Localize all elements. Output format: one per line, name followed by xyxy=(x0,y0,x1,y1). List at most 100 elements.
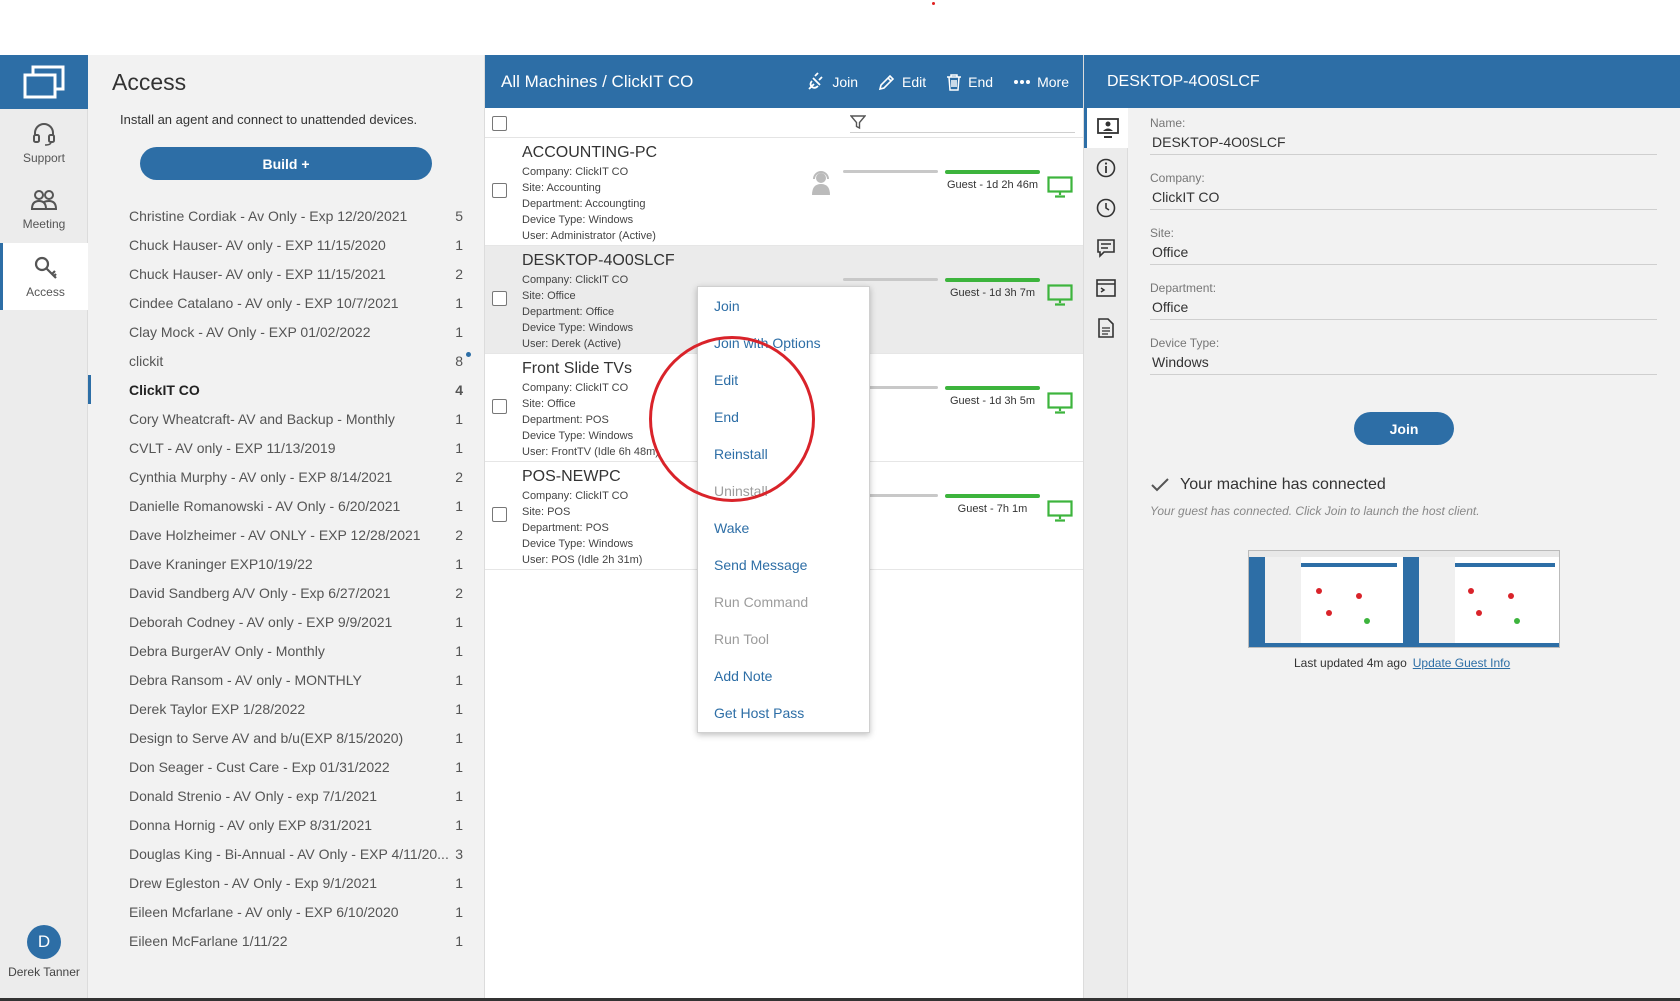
session-group-count: 8 xyxy=(455,353,463,369)
update-guest-info-link[interactable]: Update Guest Info xyxy=(1413,656,1510,670)
session-group-item[interactable]: Design to Serve AV and b/u(EXP 8/15/2020… xyxy=(88,723,485,752)
session-group-item[interactable]: Debra BurgerAV Only - Monthly 1 xyxy=(88,636,485,665)
machine-details: Company: ClickIT CO Site: Office Departmen… xyxy=(522,380,659,460)
toolbar-end-button[interactable]: End xyxy=(946,73,993,91)
session-group-name: Derek Taylor EXP 1/28/2022 xyxy=(129,700,306,717)
field-department: Department: Office xyxy=(1150,273,1657,320)
tab-info[interactable] xyxy=(1084,148,1128,188)
nav-support[interactable]: Support xyxy=(0,109,88,176)
session-group-item[interactable]: Cindee Catalano - AV only - EXP 10/7/202… xyxy=(88,288,485,317)
machine-site: Site: Accounting xyxy=(522,182,601,194)
context-menu-item[interactable]: Edit xyxy=(698,361,869,398)
nav-support-label: Support xyxy=(22,150,66,165)
session-group-item[interactable]: Don Seager - Cust Care - Exp 01/31/2022 1 xyxy=(88,752,485,781)
session-group-item[interactable]: Cynthia Murphy - AV only - EXP 8/14/2021… xyxy=(88,462,485,491)
session-group-item[interactable]: David Sandberg A/V Only - Exp 6/27/2021 2 xyxy=(88,578,485,607)
session-group-item[interactable]: Douglas King - Bi-Annual - AV Only - EXP… xyxy=(88,839,485,868)
session-group-item[interactable]: Derek Taylor EXP 1/28/2022 1 xyxy=(88,694,485,723)
session-group-item[interactable]: Debra Ransom - AV only - MONTHLY 1 xyxy=(88,665,485,694)
session-group-name: Debra Ransom - AV only - MONTHLY xyxy=(129,671,362,688)
session-group-item[interactable]: Drew Egleston - AV Only - Exp 9/1/2021 1 xyxy=(88,868,485,897)
avatar[interactable]: D xyxy=(27,925,61,959)
machine-checkbox[interactable] xyxy=(492,183,507,198)
join-button[interactable]: Join xyxy=(1354,412,1454,445)
monitor-online-icon[interactable] xyxy=(1047,392,1073,414)
toolbar-edit-button[interactable]: Edit xyxy=(878,73,926,91)
context-menu-item[interactable]: Reinstall xyxy=(698,435,869,472)
session-group-item[interactable]: Eileen Mcfarlane - AV only - EXP 6/10/20… xyxy=(88,897,485,926)
field-site: Site: Office xyxy=(1150,218,1657,265)
session-group-count: 1 xyxy=(455,614,463,630)
guest-connection-bar xyxy=(945,170,1040,174)
context-menu-item[interactable]: Join xyxy=(698,287,869,324)
session-group-count: 1 xyxy=(455,759,463,775)
session-group-name: Design to Serve AV and b/u(EXP 8/15/2020… xyxy=(129,729,404,746)
machine-checkbox[interactable] xyxy=(492,291,507,306)
tab-commands[interactable] xyxy=(1084,268,1128,308)
context-menu-item[interactable]: End xyxy=(698,398,869,435)
details-panel: Name: DESKTOP-4O0SLCF Company: ClickIT C… xyxy=(1128,108,1680,1001)
toolbar-join-button[interactable]: Join xyxy=(806,71,858,92)
session-group-name: Eileen McFarlane 1/11/22 xyxy=(129,932,288,949)
session-group-count: 4 xyxy=(455,382,463,398)
tab-timeline[interactable] xyxy=(1084,188,1128,228)
session-group-count: 1 xyxy=(455,324,463,340)
context-menu-item[interactable]: Send Message xyxy=(698,546,869,583)
session-group-panel: Access Install an agent and connect to u… xyxy=(88,55,485,1001)
app-logo[interactable] xyxy=(0,55,88,109)
field-department-label: Department: xyxy=(1150,281,1217,295)
machine-checkbox[interactable] xyxy=(492,507,507,522)
toolbar-more-button[interactable]: More xyxy=(1013,74,1069,90)
tab-general[interactable] xyxy=(1084,108,1128,148)
context-menu-item[interactable]: Wake xyxy=(698,509,869,546)
machine-device-type: Device Type: Windows xyxy=(522,214,634,226)
session-group-item[interactable]: Deborah Codney - AV only - EXP 9/9/2021 1 xyxy=(88,607,485,636)
clock-icon xyxy=(1096,198,1116,218)
session-group-name: Eileen Mcfarlane - AV only - EXP 6/10/20… xyxy=(129,903,399,920)
machine-checkbox[interactable] xyxy=(492,399,507,414)
session-group-item[interactable]: Danielle Romanowski - AV Only - 6/20/202… xyxy=(88,491,485,520)
session-group-name: Debra BurgerAV Only - Monthly xyxy=(129,642,325,659)
monitor-online-icon[interactable] xyxy=(1047,176,1073,198)
filter-input-underline[interactable] xyxy=(850,132,1075,133)
machine-user: User: Derek (Active) xyxy=(522,338,622,350)
select-all-checkbox[interactable] xyxy=(492,116,507,131)
session-group-item[interactable]: Christine Cordiak - Av Only - Exp 12/20/… xyxy=(88,201,485,230)
context-menu-item[interactable]: Get Host Pass xyxy=(698,694,869,731)
session-group-item[interactable]: Dave Kraninger EXP10/19/22 1 xyxy=(88,549,485,578)
guest-screenshot-thumbnail[interactable] xyxy=(1248,550,1560,648)
build-button[interactable]: Build + xyxy=(140,147,432,180)
machine-device-type: Device Type: Windows xyxy=(522,322,634,334)
field-device-type: Device Type: Windows xyxy=(1150,328,1657,375)
machine-row[interactable]: ACCOUNTING-PC Company: ClickIT CO Site: Ac… xyxy=(485,138,1083,246)
session-group-item[interactable]: CVLT - AV only - EXP 11/13/2019 1 xyxy=(88,433,485,462)
session-group-item[interactable]: Clay Mock - AV Only - EXP 01/02/2022 1 xyxy=(88,317,485,346)
session-group-name: Chuck Hauser- AV only - EXP 11/15/2021 xyxy=(129,265,386,282)
nav-meeting[interactable]: Meeting xyxy=(0,176,88,243)
machine-company: Company: ClickIT CO xyxy=(522,166,629,178)
current-user[interactable]: D Derek Tanner xyxy=(0,925,88,979)
session-group-item[interactable]: Chuck Hauser- AV only - EXP 11/15/2021 2 xyxy=(88,259,485,288)
session-group-item[interactable]: Eileen McFarlane 1/11/22 1 xyxy=(88,926,485,955)
tab-messages[interactable] xyxy=(1084,228,1128,268)
session-group-item[interactable]: Dave Holzheimer - AV ONLY - EXP 12/28/20… xyxy=(88,520,485,549)
session-group-item[interactable]: Donald Strenio - AV Only - exp 7/1/2021 1 xyxy=(88,781,485,810)
filter-bar xyxy=(485,108,1083,138)
monitor-online-icon[interactable] xyxy=(1047,284,1073,306)
context-menu-item[interactable]: Join with Options xyxy=(698,324,869,361)
machine-details: Company: ClickIT CO Site: POS Department: … xyxy=(522,488,642,568)
nav-access[interactable]: Access xyxy=(0,243,88,310)
session-group-item[interactable]: Donna Hornig - AV only EXP 8/31/2021 1 xyxy=(88,810,485,839)
context-menu-item[interactable]: Add Note xyxy=(698,657,869,694)
trash-icon xyxy=(947,73,962,91)
connection-status-title: Your machine has connected xyxy=(1180,476,1386,493)
session-group-item[interactable]: Chuck Hauser- AV only - EXP 11/15/2020 1 xyxy=(88,230,485,259)
guest-connection-time: Guest - 1d 3h 5m xyxy=(950,395,1035,407)
session-group-item[interactable]: clickit 8 xyxy=(88,346,485,375)
session-group-item[interactable]: Cory Wheatcraft- AV and Backup - Monthly… xyxy=(88,404,485,433)
filter-icon[interactable] xyxy=(850,114,866,130)
session-group-name: Douglas King - Bi-Annual - AV Only - EXP… xyxy=(129,845,449,862)
tab-notes[interactable] xyxy=(1084,308,1128,348)
session-group-item[interactable]: ClickIT CO 4 xyxy=(88,375,485,404)
monitor-online-icon[interactable] xyxy=(1047,500,1073,522)
